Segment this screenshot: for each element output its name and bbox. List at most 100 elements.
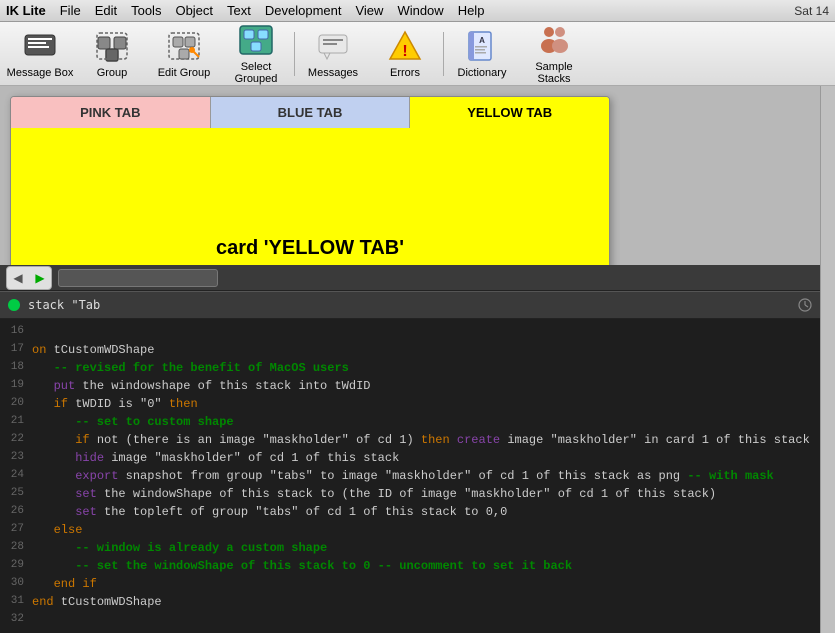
- line-number: 20: [0, 395, 32, 413]
- code-editor: 16 17on tCustomWDShape18 -- revised for …: [0, 319, 820, 633]
- menu-tools[interactable]: Tools: [131, 3, 161, 18]
- menu-window[interactable]: Window: [397, 3, 443, 18]
- toolbar-errors-label: Errors: [390, 67, 420, 79]
- svg-text:A: A: [479, 36, 485, 45]
- code-line: 21 -- set to custom shape: [0, 413, 820, 431]
- toolbar-dictionary-label: Dictionary: [458, 67, 507, 79]
- toolbar-errors[interactable]: ! Errors: [369, 24, 441, 84]
- tab-pink[interactable]: PINK TAB: [11, 97, 211, 128]
- line-code: put the windowshape of this stack into t…: [32, 377, 820, 395]
- code-line: 23 hide image "maskholder" of cd 1 of th…: [0, 449, 820, 467]
- menu-development[interactable]: Development: [265, 3, 342, 18]
- code-token: [450, 433, 457, 447]
- group-icon: [94, 28, 130, 64]
- line-number: 22: [0, 431, 32, 449]
- line-number: 30: [0, 575, 32, 593]
- tab-blue[interactable]: BLUE TAB: [211, 97, 411, 128]
- code-line: 20 if tWDID is "0" then: [0, 395, 820, 413]
- line-number: 25: [0, 485, 32, 503]
- svg-text:!: !: [402, 43, 407, 60]
- toolbar-message-box[interactable]: Message Box: [4, 24, 76, 84]
- line-code: end if: [32, 575, 820, 593]
- code-token: then: [421, 433, 450, 447]
- code-token: not (there is an image "maskholder" of c…: [90, 433, 421, 447]
- code-line: 26 set the topleft of group "tabs" of cd…: [0, 503, 820, 521]
- code-line: 19 put the windowshape of this stack int…: [0, 377, 820, 395]
- messages-icon: [315, 28, 351, 64]
- code-token: -- revised for the benefit of MacOS user…: [32, 361, 349, 375]
- toolbar-message-box-label: Message Box: [7, 67, 74, 79]
- menu-text[interactable]: Text: [227, 3, 251, 18]
- code-token: [32, 469, 75, 483]
- toolbar-group-label: Group: [97, 67, 128, 79]
- bottom-section: ◀ ▶ stack "Tab 16 17on tCustomWDShape18 …: [0, 265, 820, 633]
- line-code: -- set the windowShape of this stack to …: [32, 557, 820, 575]
- menu-file[interactable]: File: [60, 3, 81, 18]
- code-token: put: [54, 379, 76, 393]
- code-token: [32, 487, 75, 501]
- code-token: if: [75, 433, 89, 447]
- stack-bar: stack "Tab: [0, 291, 820, 319]
- toolbar-sample-stacks-label: Sample Stacks: [518, 61, 590, 85]
- message-box-icon: [22, 28, 58, 64]
- line-code: -- set to custom shape: [32, 413, 820, 431]
- sample-stacks-icon: [536, 22, 572, 58]
- code-line: 28 -- window is already a custom shape: [0, 539, 820, 557]
- code-line: 30 end if: [0, 575, 820, 593]
- code-token: tWDID is "0": [68, 397, 162, 411]
- code-line: 24 export snapshot from group "tabs" to …: [0, 467, 820, 485]
- toolbar-sample-stacks[interactable]: Sample Stacks: [518, 24, 590, 84]
- code-token: -- set the windowShape of this stack to …: [32, 559, 572, 573]
- menu-object[interactable]: Object: [175, 3, 213, 18]
- code-line: 17on tCustomWDShape: [0, 341, 820, 359]
- toolbar-select-grouped[interactable]: Select Grouped: [220, 24, 292, 84]
- main-content: PINK TAB BLUE TAB YELLOW TAB card 'YELLO…: [0, 86, 835, 633]
- code-token: [32, 505, 75, 519]
- dictionary-icon: A: [464, 28, 500, 64]
- stack-status-indicator: [8, 299, 20, 311]
- line-code: if not (there is an image "maskholder" o…: [32, 431, 820, 449]
- clock-icon[interactable]: [798, 298, 812, 312]
- menu-edit[interactable]: Edit: [95, 3, 117, 18]
- line-number: 18: [0, 359, 32, 377]
- code-token: -- window is already a custom shape: [32, 541, 327, 555]
- line-number: 24: [0, 467, 32, 485]
- script-search-input[interactable]: [58, 269, 218, 287]
- code-token: tCustomWDShape: [54, 595, 162, 609]
- toolbar-dictionary[interactable]: A Dictionary: [446, 24, 518, 84]
- line-code: -- revised for the benefit of MacOS user…: [32, 359, 820, 377]
- code-token: end: [32, 595, 54, 609]
- line-number: 26: [0, 503, 32, 521]
- nav-forward-arrow[interactable]: ▶: [29, 266, 51, 290]
- code-token: [32, 433, 75, 447]
- line-code: on tCustomWDShape: [32, 341, 820, 359]
- code-line: 32: [0, 611, 820, 629]
- toolbar-group[interactable]: Group: [76, 24, 148, 84]
- code-token: image "maskholder" in card 1 of this sta…: [500, 433, 810, 447]
- toolbar-edit-group[interactable]: Edit Group: [148, 24, 220, 84]
- nav-back-arrow[interactable]: ◀: [7, 266, 29, 290]
- code-line: 29 -- set the windowShape of this stack …: [0, 557, 820, 575]
- code-token: [32, 451, 75, 465]
- tab-yellow[interactable]: YELLOW TAB: [410, 97, 609, 128]
- code-line: 16: [0, 323, 820, 341]
- toolbar-separator-1: [294, 32, 295, 76]
- toolbar-edit-group-label: Edit Group: [158, 67, 211, 79]
- tab-bar: PINK TAB BLUE TAB YELLOW TAB: [11, 97, 609, 128]
- code-token: export: [75, 469, 118, 483]
- line-code: [32, 323, 820, 341]
- code-token: -- with mask: [687, 469, 773, 483]
- line-code: -- window is already a custom shape: [32, 539, 820, 557]
- menu-view[interactable]: View: [355, 3, 383, 18]
- right-scroll-bar[interactable]: [820, 86, 835, 633]
- toolbar-messages[interactable]: Messages: [297, 24, 369, 84]
- menu-help[interactable]: Help: [458, 3, 485, 18]
- code-line: 27 else: [0, 521, 820, 539]
- nav-arrows: ◀ ▶: [6, 266, 52, 290]
- stack-name-label: stack "Tab: [28, 298, 100, 312]
- line-number: 32: [0, 611, 32, 629]
- line-number: 28: [0, 539, 32, 557]
- line-code: export snapshot from group "tabs" to ima…: [32, 467, 820, 485]
- code-token: if: [32, 397, 68, 411]
- menu-app[interactable]: IK Lite: [6, 3, 46, 18]
